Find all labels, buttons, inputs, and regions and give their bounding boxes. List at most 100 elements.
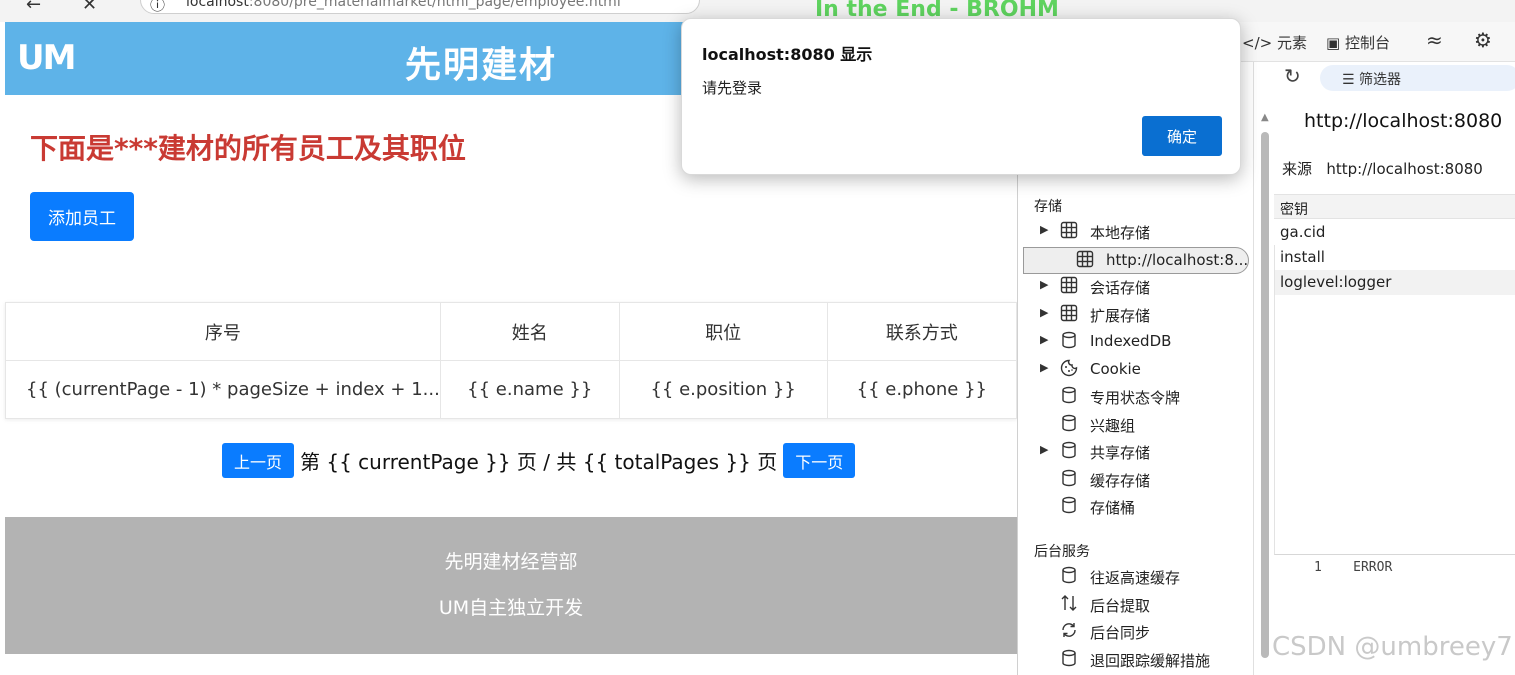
tree-item-label: 会话存储 [1090, 279, 1151, 297]
tree-item[interactable]: ▶ Cookie [1018, 357, 1254, 384]
database-icon [1060, 386, 1078, 404]
filter-label-text: 筛选器 [1359, 72, 1402, 88]
tree-item-label: IndexedDB [1090, 332, 1172, 350]
tree-item-label: 退回跟踪缓解措施 [1090, 651, 1211, 670]
prev-page-button[interactable]: 上一页 [222, 443, 295, 478]
database-icon [1060, 331, 1078, 349]
tree-item-label: Cookie [1090, 359, 1141, 378]
filter-icon: ☰ [1342, 72, 1360, 88]
tree-item[interactable]: 存储桶 [1018, 494, 1254, 521]
site-footer: 先明建材经营部 UM自主独立开发 [5, 517, 1017, 654]
col-header-phone: 联系方式 [826, 302, 1018, 361]
sidebar-scrollbar[interactable] [1261, 132, 1269, 658]
tree-item[interactable]: 后台同步 [1018, 619, 1254, 646]
tree-item[interactable]: ▶ 会话存储 [1018, 274, 1254, 301]
dialog-title: localhost:8080 显示 [702, 45, 873, 64]
source-value: http://localhost:8080 [1326, 160, 1483, 178]
sync-icon [1060, 621, 1078, 639]
scroll-up-icon[interactable]: ▲ [1261, 112, 1269, 123]
page-indicator: 第 {{ currentPage }} 页 / 共 {{ totalPages … [300, 450, 778, 474]
network-wifi-icon[interactable]: ≈ [1426, 28, 1443, 52]
value-preview: 1 ERROR [1314, 560, 1392, 575]
key-column-header[interactable]: 密钥 [1274, 194, 1515, 219]
expand-arrow-icon[interactable]: ▶ [1040, 443, 1048, 456]
database-icon [1060, 441, 1078, 459]
tree-item-label: 缓存存储 [1090, 471, 1151, 490]
expand-arrow-icon[interactable]: ▶ [1040, 361, 1048, 374]
database-icon [1060, 566, 1078, 584]
tab-console-label: 控制台 [1344, 34, 1390, 52]
tree-item-label: 后台同步 [1090, 624, 1151, 642]
footer-credit: UM自主独立开发 [438, 597, 584, 619]
footer-company: 先明建材经营部 [444, 551, 578, 573]
tree-item-label: 专用状态令牌 [1090, 389, 1181, 407]
watermark: CSDN @umbreey7 [1272, 632, 1513, 662]
storage-section-heading: 存储 [1034, 199, 1062, 215]
bug-icon[interactable]: ⚙ [1474, 28, 1492, 52]
next-page-button[interactable]: 下一页 [783, 443, 856, 478]
storage-table-area [1274, 245, 1515, 555]
database-icon [1060, 496, 1078, 514]
code-icon: </> [1242, 34, 1277, 52]
refresh-icon[interactable]: ↻ [1284, 64, 1301, 88]
tab-elements[interactable]: </> 元素 [1242, 32, 1307, 53]
cell-position: {{ e.position }} [618, 360, 828, 419]
url-path: :8080/pre_materialmarket/html_page/emplo… [248, 0, 621, 10]
tree-item-label: 扩展存储 [1090, 306, 1151, 325]
tree-item[interactable]: 专用状态令牌 [1018, 384, 1254, 411]
tree-item-label: 后台提取 [1090, 596, 1151, 615]
value-text: ERROR [1353, 560, 1393, 575]
close-icon[interactable]: ✕ [82, 0, 97, 15]
tree-item[interactable]: 兴趣组 [1018, 412, 1254, 439]
page-headline: 下面是***建材的所有员工及其职位 [30, 132, 466, 165]
col-header-position: 职位 [618, 302, 828, 361]
tree-item[interactable]: 缓存存储 [1018, 467, 1254, 494]
info-icon[interactable]: ⓘ [150, 0, 165, 15]
cell-phone: {{ e.phone }} [826, 360, 1018, 419]
source-label: 来源 [1282, 160, 1313, 178]
tree-item[interactable]: 退回跟踪缓解措施 [1018, 647, 1254, 674]
tree-item[interactable]: 往返高速缓存 [1018, 564, 1254, 591]
tree-item[interactable]: ▶ 本地存储 [1018, 219, 1254, 246]
tree-item-label: 兴趣组 [1090, 416, 1136, 435]
add-employee-button[interactable]: 添加员工 [30, 192, 134, 241]
tree-item-label: 存储桶 [1090, 499, 1136, 517]
back-icon[interactable]: ← [26, 0, 41, 15]
expand-arrow-icon[interactable]: ▶ [1040, 278, 1048, 291]
tree-item[interactable]: ▶ 扩展存储 [1018, 302, 1254, 329]
storage-key-row[interactable]: ga.cid [1274, 220, 1515, 245]
database-icon [1060, 414, 1078, 432]
expand-arrow-icon[interactable]: ▶ [1040, 223, 1048, 236]
tree-item[interactable]: ▶ 共享存储 [1018, 439, 1254, 466]
console-icon: ▣ [1326, 34, 1345, 52]
line-number: 1 [1314, 560, 1322, 575]
tree-item[interactable]: http://localhost:8... [1023, 246, 1249, 274]
dialog-ok-button[interactable]: 确定 [1142, 116, 1222, 156]
tree-item[interactable]: 后台提取 [1018, 592, 1254, 619]
expand-arrow-icon[interactable]: ▶ [1040, 333, 1048, 346]
dialog-message: 请先登录 [702, 79, 763, 97]
url-text[interactable]: localhost:8080/pre_materialmarket/html_p… [186, 0, 621, 10]
storage-detail-panel: ↻ ☰ 筛选器 http://localhost:8080 来源 http://… [1274, 62, 1515, 675]
table-header-row: 序号 姓名 职位 联系方式 [5, 302, 1018, 361]
table-row: {{ (currentPage - 1) * pageSize + index … [5, 360, 1018, 419]
arrows-updown-icon [1060, 594, 1078, 612]
tree-item[interactable]: ▶ IndexedDB [1018, 329, 1254, 356]
col-header-index: 序号 [5, 302, 441, 361]
table-icon [1060, 221, 1078, 239]
tree-item-label: 往返高速缓存 [1090, 569, 1181, 587]
cell-index: {{ (currentPage - 1) * pageSize + index … [5, 360, 441, 419]
expand-arrow-icon[interactable]: ▶ [1040, 306, 1048, 319]
tab-elements-label: 元素 [1276, 34, 1307, 52]
cookie-icon [1060, 359, 1078, 377]
filter-label: ☰ 筛选器 [1342, 69, 1401, 89]
tree-item-label: http://localhost:8... [1106, 250, 1249, 269]
pagination: 上一页 第 {{ currentPage }} 页 / 共 {{ totalPa… [222, 443, 856, 478]
database-icon [1060, 649, 1078, 667]
col-header-name: 姓名 [439, 302, 620, 361]
site-logo[interactable]: UM [17, 38, 76, 78]
tree-item-label: 共享存储 [1090, 444, 1151, 462]
site-title: 先明建材 [405, 44, 558, 86]
tab-console[interactable]: ▣ 控制台 [1326, 32, 1390, 53]
url-host: localhost [186, 0, 249, 10]
